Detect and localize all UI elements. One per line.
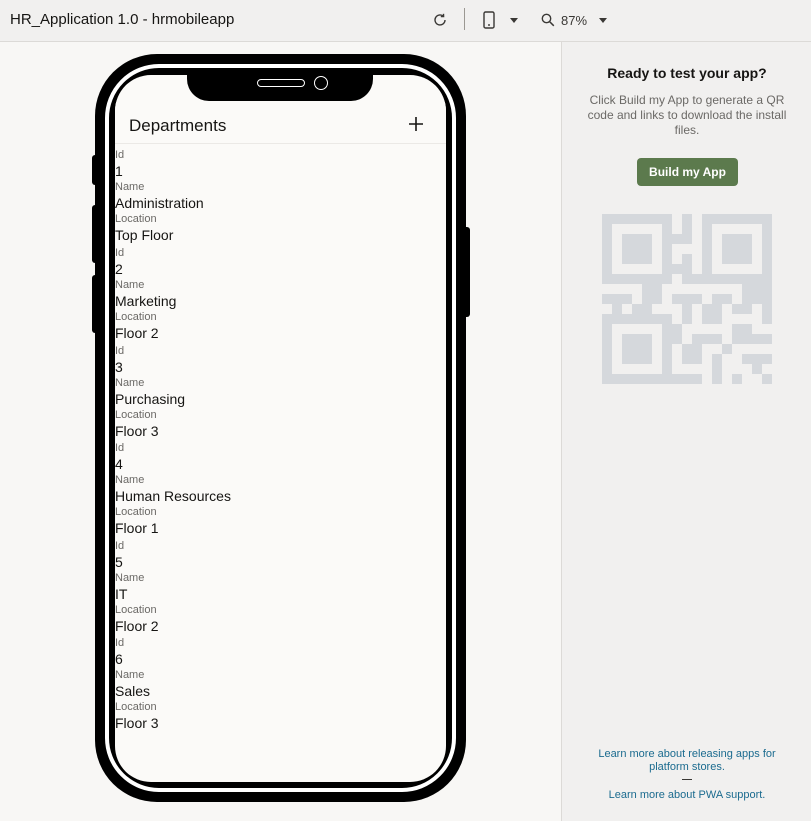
app-header: Departments xyxy=(115,102,446,144)
id-value: 3 xyxy=(115,359,123,375)
phone-side-button-volume-down xyxy=(92,275,100,333)
name-value: Administration xyxy=(115,195,204,211)
phone-side-button-volume-up xyxy=(92,205,100,263)
phone-screen: Departments Id 1 Name Administration Loc… xyxy=(115,75,446,782)
department-list: Id 1 Name Administration Location Top Fl… xyxy=(115,147,446,733)
phone-speaker xyxy=(257,79,305,87)
list-item[interactable]: Id 4 Name Human Resources Location Floor… xyxy=(115,440,446,538)
location-value: Floor 2 xyxy=(115,325,159,341)
id-value: 1 xyxy=(115,163,123,179)
location-value: Floor 3 xyxy=(115,423,159,439)
name-value: IT xyxy=(115,586,128,602)
phone-camera xyxy=(314,76,328,90)
name-label: Name xyxy=(115,474,145,486)
device-selector-button[interactable] xyxy=(480,8,520,32)
phone-side-button-mute xyxy=(92,155,100,185)
pwa-support-link[interactable]: Learn more about PWA support. xyxy=(582,789,792,802)
magnifier-icon xyxy=(541,13,555,27)
zoom-level: 87% xyxy=(560,12,588,28)
id-value: 4 xyxy=(115,456,123,472)
zoom-selector-button[interactable]: 87% xyxy=(538,8,610,32)
link-separator xyxy=(682,779,692,780)
refresh-button[interactable] xyxy=(428,8,452,32)
list-item[interactable]: Id 1 Name Administration Location Top Fl… xyxy=(115,147,446,245)
name-value: Sales xyxy=(115,683,151,699)
add-department-button[interactable] xyxy=(403,111,429,137)
location-value: Floor 1 xyxy=(115,520,159,536)
location-value: Floor 3 xyxy=(115,715,159,731)
name-label: Name xyxy=(115,181,145,193)
location-value: Top Floor xyxy=(115,227,174,243)
panel-description: Click Build my App to generate a QR code… xyxy=(587,93,787,137)
panel-title: Ready to test your app? xyxy=(607,65,767,81)
location-label: Location xyxy=(115,506,157,518)
release-apps-link[interactable]: Learn more about releasing apps for plat… xyxy=(582,748,792,774)
name-label: Name xyxy=(115,279,145,291)
app-title: HR_Application 1.0 - hrmobileapp xyxy=(10,11,235,28)
top-toolbar: HR_Application 1.0 - hrmobileapp 87% xyxy=(0,0,811,42)
name-value: Marketing xyxy=(115,293,177,309)
name-value: Human Resources xyxy=(115,488,231,504)
list-item[interactable]: Id 3 Name Purchasing Location Floor 3 xyxy=(115,343,446,440)
build-my-app-button[interactable]: Build my App xyxy=(637,158,738,186)
phone-side-button-power xyxy=(461,227,470,317)
list-item[interactable]: Id 6 Name Sales Location Floor 3 xyxy=(115,635,446,733)
name-label: Name xyxy=(115,669,145,681)
refresh-icon xyxy=(434,13,446,26)
id-value: 6 xyxy=(115,651,123,667)
location-label: Location xyxy=(115,604,157,616)
name-label: Name xyxy=(115,377,145,389)
qr-code-placeholder-icon xyxy=(602,214,772,384)
location-label: Location xyxy=(115,409,157,421)
page-title: Departments xyxy=(129,116,227,135)
id-value: 5 xyxy=(115,554,123,570)
location-label: Location xyxy=(115,213,157,225)
phone-device-icon xyxy=(483,11,495,29)
location-label: Location xyxy=(115,701,157,713)
location-value: Floor 2 xyxy=(115,618,159,634)
location-label: Location xyxy=(115,311,157,323)
chevron-down-icon xyxy=(599,17,608,23)
id-label: Id xyxy=(115,247,125,259)
name-label: Name xyxy=(115,572,145,584)
id-label: Id xyxy=(115,540,125,552)
name-value: Purchasing xyxy=(115,391,186,407)
id-value: 2 xyxy=(115,261,123,277)
plus-icon xyxy=(409,117,423,131)
id-label: Id xyxy=(115,637,125,649)
id-label: Id xyxy=(115,345,125,357)
list-item[interactable]: Id 5 Name IT Location Floor 2 xyxy=(115,538,446,635)
id-label: Id xyxy=(115,442,125,454)
list-item[interactable]: Id 2 Name Marketing Location Floor 2 xyxy=(115,245,446,343)
id-label: Id xyxy=(115,149,125,161)
toolbar-divider xyxy=(464,8,465,30)
chevron-down-icon xyxy=(510,17,518,23)
test-app-panel: Ready to test your app? Click Build my A… xyxy=(561,42,811,821)
